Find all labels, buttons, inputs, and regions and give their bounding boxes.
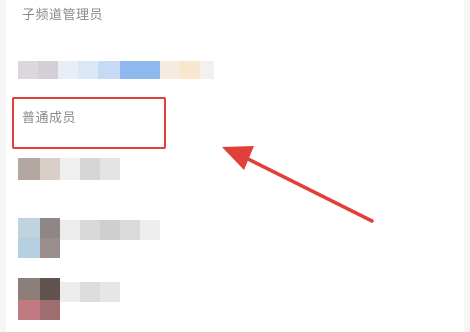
annotation-arrow-icon [222,146,374,223]
